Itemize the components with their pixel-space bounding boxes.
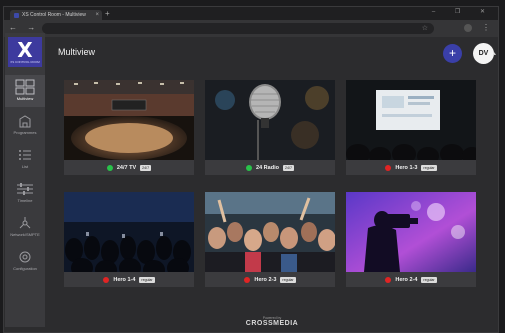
url-field[interactable]: ☆: [42, 23, 434, 34]
sidebar-item-label: Timeline: [17, 198, 33, 203]
list-icon: [19, 150, 31, 160]
logo-subtitle: XS CONTROL ROOM: [10, 60, 40, 64]
video-thumbnail[interactable]: [64, 192, 194, 272]
multiview-card[interactable]: 24 Radio 24/7: [205, 80, 335, 175]
card-caption: 24 Radio 24/7: [205, 160, 335, 175]
avatar[interactable]: DV: [473, 43, 494, 64]
logo-mark: X: [17, 38, 33, 62]
status-indicator: [106, 164, 113, 171]
sidebar-item-label: Multiview: [16, 96, 34, 101]
network-icon: [19, 217, 31, 229]
stream-name: Hero 2-4: [395, 276, 418, 283]
stream-name: Hero 1-4: [113, 276, 136, 283]
tab-title: XS Control Room - Multiview: [22, 12, 86, 18]
footer: Powered by CROSSMEDIA: [45, 312, 499, 333]
sidebar-item-label: Programmes: [13, 130, 37, 135]
address-bar: ← → C ☆ ⋮: [4, 20, 498, 37]
window-controls[interactable]: – ❐ ✕: [432, 8, 494, 15]
stream-badge: regular: [139, 276, 155, 283]
stream-badge: 24/7: [140, 164, 152, 171]
stream-badge: regular: [421, 276, 437, 283]
favicon-icon: [14, 13, 19, 18]
browser-tab[interactable]: XS Control Room - Multiview ×: [10, 10, 102, 20]
page-title: Multiview: [58, 47, 96, 57]
tab-close-icon[interactable]: ×: [95, 10, 99, 20]
sidebar: X XS CONTROL ROOM Multiview Programmes L…: [5, 33, 45, 327]
card-caption: 24/7 TV 24/7: [64, 160, 194, 175]
sidebar-item-timeline[interactable]: Timeline: [5, 177, 45, 209]
video-thumbnail[interactable]: [205, 80, 335, 160]
brand-logo: CROSSMEDIA: [245, 320, 299, 327]
video-thumbnail[interactable]: [205, 192, 335, 272]
sidebar-item-configuration[interactable]: Configuration: [5, 245, 45, 277]
browser-tab-bar: XS Control Room - Multiview × + – ❐ ✕: [4, 7, 498, 20]
building-icon: [19, 115, 31, 128]
sidebar-item-label: Configuration: [13, 266, 37, 271]
status-indicator: [246, 164, 253, 171]
status-indicator: [385, 276, 392, 283]
stream-badge: 24/7: [282, 164, 294, 171]
sidebar-item-programmes[interactable]: Programmes: [5, 109, 45, 141]
stream-name: Hero 1-3: [395, 164, 418, 171]
sidebar-item-label: List: [21, 164, 29, 169]
multiview-card[interactable]: 24/7 TV 24/7: [64, 80, 194, 175]
chevron-up-icon[interactable]: ▲: [492, 51, 497, 57]
status-indicator: [244, 276, 251, 283]
grid-icon: [15, 79, 35, 95]
browser-menu-icon[interactable]: ⋮: [482, 23, 490, 32]
sidebar-item-label: Network/SMPTE: [10, 232, 40, 237]
star-icon[interactable]: ☆: [422, 24, 428, 32]
multiview-card[interactable]: Hero 2-4 regular: [346, 192, 476, 287]
card-caption: Hero 1-3 regular: [346, 160, 476, 175]
multiview-card[interactable]: Hero 1-4 regular: [64, 192, 194, 287]
status-indicator: [385, 164, 392, 171]
settings-icon: [19, 251, 31, 263]
video-thumbnail[interactable]: [346, 80, 476, 160]
add-button[interactable]: +: [443, 44, 462, 63]
stream-name: 24/7 TV: [116, 164, 137, 171]
sidebar-item-network[interactable]: Network/SMPTE: [5, 211, 45, 243]
card-caption: Hero 2-4 regular: [346, 272, 476, 287]
multiview-card[interactable]: Hero 2-3 regular: [205, 192, 335, 287]
profile-icon[interactable]: [464, 24, 472, 32]
stream-name: 24 Radio: [256, 164, 279, 171]
card-caption: Hero 2-3 regular: [205, 272, 335, 287]
multiview-card[interactable]: Hero 1-3 regular: [346, 80, 476, 175]
timeline-icon: [17, 183, 33, 195]
video-thumbnail[interactable]: [346, 192, 476, 272]
app-logo[interactable]: X XS CONTROL ROOM: [8, 37, 42, 67]
new-tab-button[interactable]: +: [105, 9, 110, 18]
sidebar-item-multiview[interactable]: Multiview: [5, 75, 45, 107]
status-indicator: [103, 276, 110, 283]
stream-badge: regular: [280, 276, 296, 283]
sidebar-item-list[interactable]: List: [5, 143, 45, 175]
stream-badge: regular: [421, 164, 437, 171]
card-caption: Hero 1-4 regular: [64, 272, 194, 287]
video-thumbnail[interactable]: [64, 80, 194, 160]
stream-name: Hero 2-3: [254, 276, 277, 283]
